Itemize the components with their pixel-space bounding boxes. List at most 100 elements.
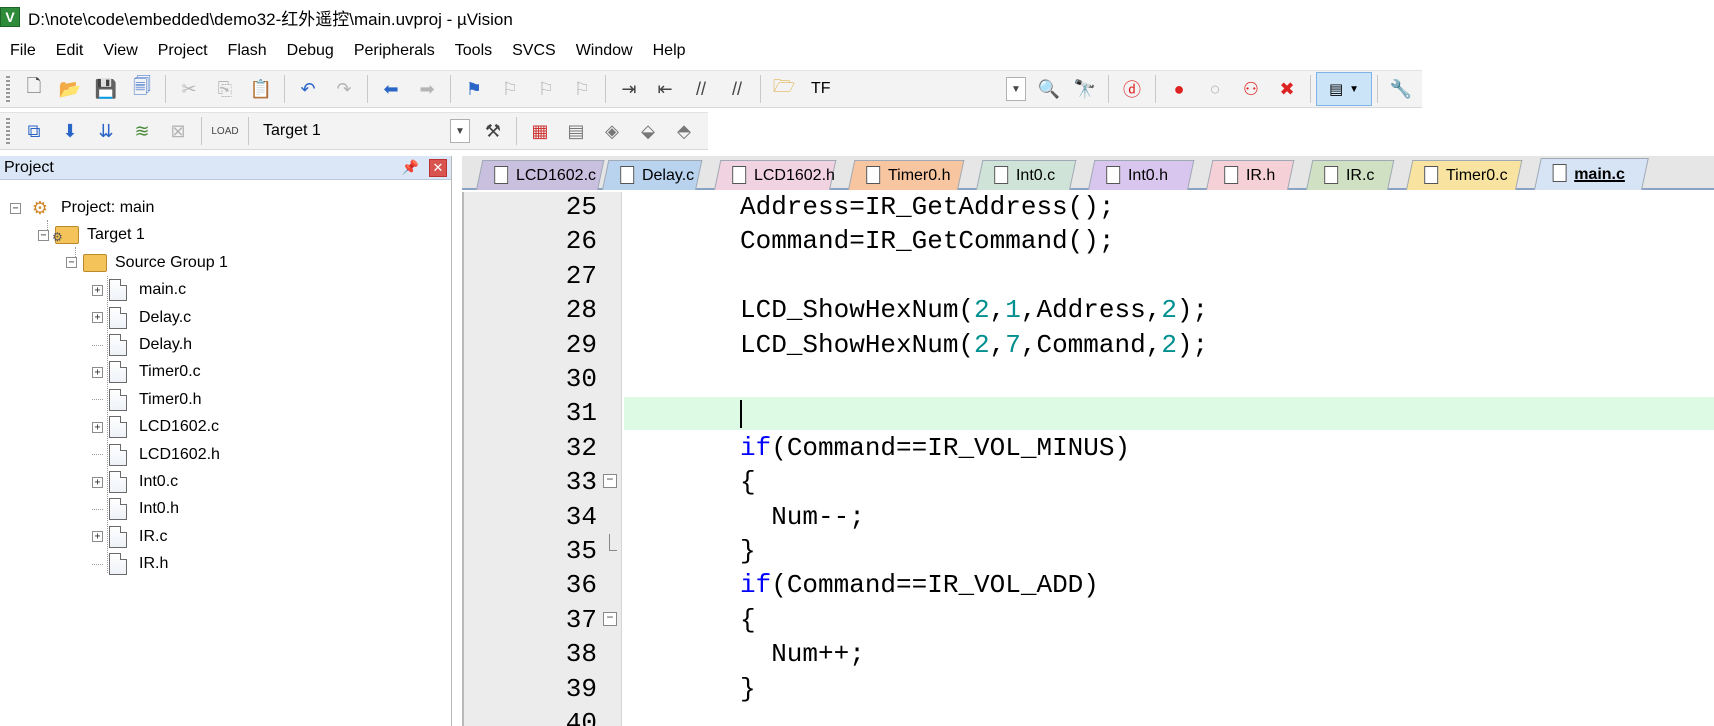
find-in-files-icon[interactable]: 🗁	[769, 74, 799, 104]
window-layout-button[interactable]: ▤ ▼	[1316, 72, 1372, 106]
expand-icon[interactable]: +	[92, 312, 103, 324]
find-dropdown-icon[interactable]: ▼	[1006, 77, 1026, 101]
indent-icon[interactable]: ⇥	[614, 74, 644, 104]
tab-lcd1602-h[interactable]: LCD1602.h	[714, 160, 837, 190]
tab-delay-c[interactable]: Delay.c	[602, 160, 703, 190]
expand-icon[interactable]: +	[92, 476, 103, 488]
incremental-find-icon[interactable]: 🔭	[1070, 74, 1100, 104]
download-icon[interactable]: LOAD	[210, 116, 240, 146]
menu-debug[interactable]: Debug	[277, 37, 344, 65]
tree-item-target-1[interactable]: − Target 1	[38, 222, 145, 248]
rebuild-icon[interactable]: ⇊	[91, 116, 121, 146]
expand-icon[interactable]: +	[92, 421, 103, 433]
redo-icon[interactable]: ↷	[329, 74, 359, 104]
copy-icon[interactable]: ⎘	[210, 74, 240, 104]
menu-file[interactable]: File	[0, 37, 46, 65]
tab-main-c[interactable]: main.c	[1534, 158, 1649, 190]
pack-installer-icon[interactable]: ⬙	[633, 116, 663, 146]
target-select[interactable]: Target 1	[254, 117, 450, 145]
code-line[interactable]: 33− {	[464, 465, 1714, 499]
find-combo[interactable]: TF	[802, 75, 1006, 103]
open-folder-icon[interactable]: 📂	[55, 74, 85, 104]
next-bookmark-icon[interactable]: ⚐	[531, 74, 561, 104]
manage-project-items-icon[interactable]: ▦	[525, 116, 555, 146]
disable-all-breakpoints-icon[interactable]: ⚇	[1236, 74, 1266, 104]
code-editor[interactable]: 25 Address=IR_GetAddress(); 26 Command=IR_G…	[462, 192, 1714, 726]
kill-all-breakpoints-icon[interactable]: ✖	[1272, 74, 1302, 104]
code-line[interactable]: 25 Address=IR_GetAddress();	[464, 192, 1714, 224]
menu-tools[interactable]: Tools	[445, 37, 502, 65]
tree-item-timer0-c[interactable]: + Timer0.c	[92, 359, 201, 385]
new-file-icon[interactable]: 🗋	[19, 74, 49, 104]
code-line[interactable]: 36 if(Command==IR_VOL_ADD)	[464, 568, 1714, 602]
debug-session-icon[interactable]: ⓓ	[1117, 74, 1147, 104]
select-packs-icon[interactable]: ▤	[561, 116, 591, 146]
expand-icon[interactable]: +	[92, 531, 103, 543]
unindent-icon[interactable]: ⇤	[650, 74, 680, 104]
comment-icon[interactable]: //	[686, 74, 716, 104]
menu-project[interactable]: Project	[148, 37, 218, 65]
tree-item-int0-c[interactable]: + Int0.c	[92, 469, 178, 495]
collapse-icon[interactable]: −	[38, 229, 49, 241]
build-icon[interactable]: ⬇	[55, 116, 85, 146]
find-text[interactable]: TF	[803, 80, 831, 98]
undo-icon[interactable]: ↶	[293, 74, 323, 104]
close-icon[interactable]: ✕	[429, 158, 447, 177]
navigate-back-icon[interactable]: ⬅	[376, 74, 406, 104]
clear-bookmarks-icon[interactable]: ⚐	[567, 74, 597, 104]
manage-runtime-icon[interactable]: ◈	[597, 116, 627, 146]
menu-svcs[interactable]: SVCS	[502, 37, 566, 65]
insert-breakpoint-icon[interactable]: ●	[1164, 74, 1194, 104]
tree-item-delay-h[interactable]: Delay.h	[92, 332, 192, 358]
menu-help[interactable]: Help	[643, 37, 696, 65]
cut-icon[interactable]: ✂	[174, 74, 204, 104]
tree-item-main-c[interactable]: + main.c	[92, 277, 186, 303]
expand-icon[interactable]: +	[92, 284, 103, 296]
uncomment-icon[interactable]: //	[722, 74, 752, 104]
insert-bookmark-icon[interactable]: ⚑	[459, 74, 489, 104]
tab-timer0-c[interactable]: Timer0.c	[1406, 160, 1523, 190]
code-line[interactable]: 40	[464, 706, 1714, 726]
tab-int0-h[interactable]: Int0.h	[1088, 160, 1195, 190]
tree-item-lcd1602-c[interactable]: + LCD1602.c	[92, 414, 219, 440]
expand-icon[interactable]: +	[92, 366, 103, 378]
tab-timer0-h[interactable]: Timer0.h	[848, 160, 965, 190]
batch-build-icon[interactable]: ≋	[127, 116, 157, 146]
software-components-icon[interactable]: ⬘	[669, 116, 699, 146]
code-line[interactable]: 30	[464, 362, 1714, 396]
code-line[interactable]: 39}	[464, 672, 1714, 706]
tree-item-source-group-1[interactable]: − Source Group 1	[66, 250, 228, 276]
tab-lcd1602-c[interactable]: LCD1602.c	[476, 160, 605, 190]
save-all-icon[interactable]: 🗐	[127, 74, 157, 104]
code-line[interactable]: 32 if(Command==IR_VOL_MINUS)	[464, 431, 1714, 465]
code-line[interactable]: 28 LCD_ShowHexNum(2,1,Address,2);	[464, 293, 1714, 327]
tab-ir-c[interactable]: IR.c	[1306, 160, 1395, 190]
menu-window[interactable]: Window	[566, 37, 643, 65]
uvision-app-icon[interactable]: V	[0, 7, 20, 27]
find-icon[interactable]: 🔍	[1034, 74, 1064, 104]
target-options-icon[interactable]: ⚒	[478, 116, 508, 146]
toolbar-grip[interactable]	[6, 118, 10, 144]
stop-build-icon[interactable]: ⊠	[163, 116, 193, 146]
code-line[interactable]: 31	[464, 396, 1714, 430]
tree-item-delay-c[interactable]: + Delay.c	[92, 305, 191, 331]
tab-ir-h[interactable]: IR.h	[1206, 160, 1295, 190]
tree-item-timer0-h[interactable]: Timer0.h	[92, 387, 202, 413]
tab-int0-c[interactable]: Int0.c	[976, 160, 1077, 190]
previous-bookmark-icon[interactable]: ⚐	[495, 74, 525, 104]
navigate-forward-icon[interactable]: ➡	[412, 74, 442, 104]
toolbar-grip[interactable]	[6, 76, 10, 102]
code-line[interactable]: 35}	[464, 534, 1714, 568]
code-line[interactable]: 38 Num++;	[464, 637, 1714, 671]
code-line[interactable]: 34 Num--;	[464, 500, 1714, 534]
tree-item-ir-c[interactable]: + IR.c	[92, 524, 167, 550]
save-icon[interactable]: 💾	[91, 74, 121, 104]
menu-flash[interactable]: Flash	[218, 37, 277, 65]
collapse-icon[interactable]: −	[10, 202, 21, 214]
enable-breakpoint-icon[interactable]: ○	[1200, 74, 1230, 104]
code-line[interactable]: 27	[464, 259, 1714, 293]
target-dropdown-icon[interactable]: ▼	[450, 119, 470, 143]
code-line[interactable]: 29 LCD_ShowHexNum(2,7,Command,2);	[464, 328, 1714, 362]
tree-item-ir-h[interactable]: IR.h	[92, 551, 168, 577]
tree-item-lcd1602-h[interactable]: LCD1602.h	[92, 442, 220, 468]
